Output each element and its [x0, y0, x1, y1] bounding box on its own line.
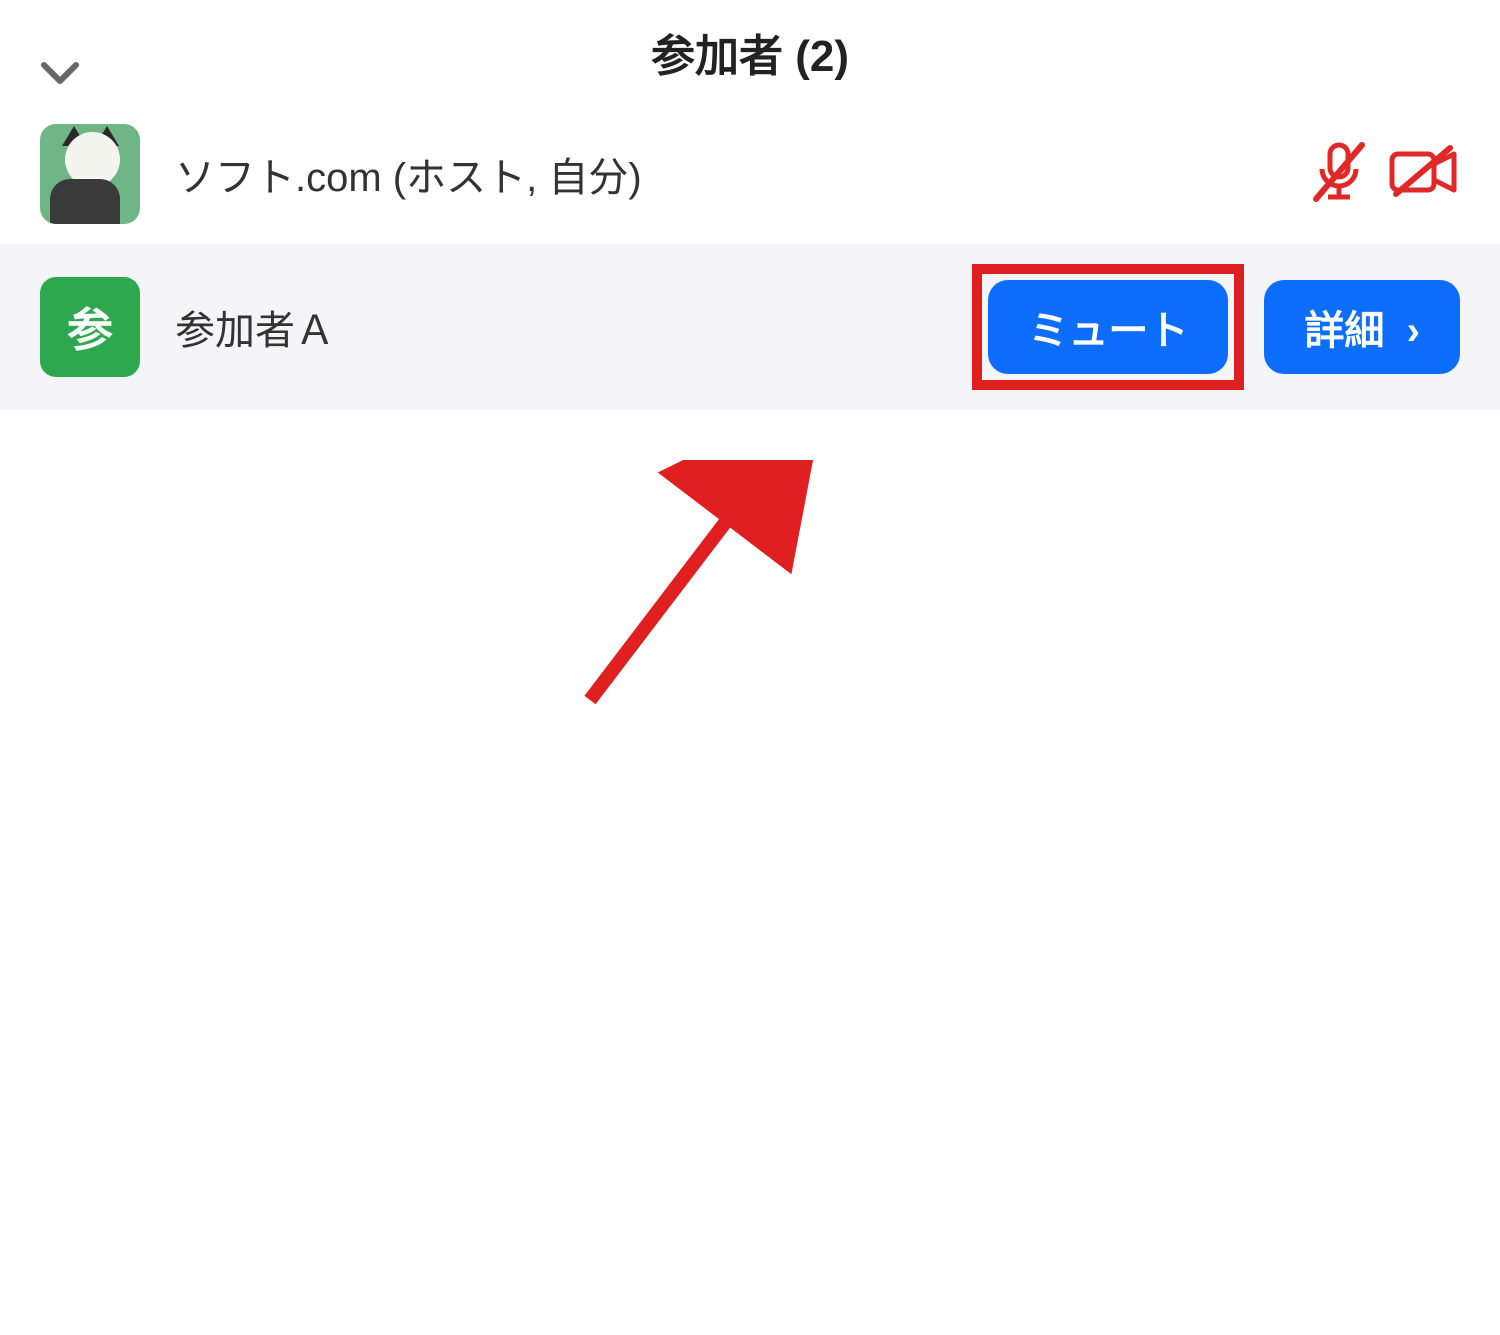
chevron-right-icon: ›: [1396, 309, 1420, 353]
avatar: [40, 124, 140, 224]
participant-row[interactable]: 参 参加者Ａ ミュート 詳細 ›: [0, 244, 1500, 410]
mic-muted-icon[interactable]: [1310, 139, 1368, 210]
avatar: 参: [40, 277, 140, 377]
participant-row[interactable]: ソフト.com (ホスト, 自分): [0, 104, 1500, 244]
participant-name: 参加者Ａ: [175, 298, 972, 356]
participant-name: ソフト.com (ホスト, 自分): [175, 145, 1310, 203]
details-button[interactable]: 詳細 ›: [1264, 280, 1460, 374]
camera-off-icon[interactable]: [1388, 144, 1460, 205]
annotation-highlight: ミュート: [972, 264, 1244, 390]
annotation-arrow-icon: [560, 460, 820, 720]
details-button-label: 詳細: [1304, 309, 1384, 353]
mute-button[interactable]: ミュート: [988, 280, 1228, 374]
participants-title: 参加者 (2): [651, 20, 849, 84]
participants-header: 参加者 (2): [0, 0, 1500, 104]
avatar-letter: 参: [67, 294, 113, 360]
collapse-chevron-icon[interactable]: [40, 50, 80, 95]
